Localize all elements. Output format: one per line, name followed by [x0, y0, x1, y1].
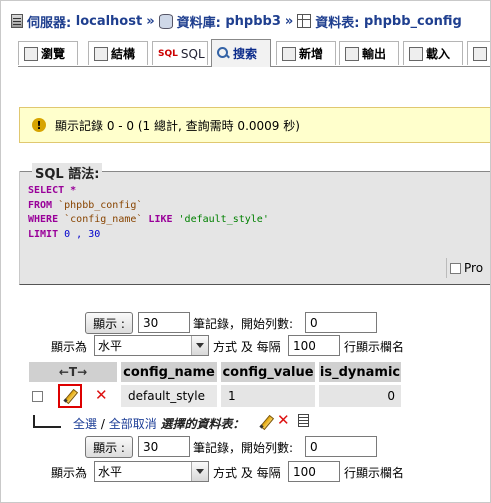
breadcrumb-separator: »: [146, 13, 155, 29]
show-button[interactable]: 顯示 :: [85, 436, 133, 458]
display-mode-value: 水平: [98, 465, 123, 479]
tab-label: 瀏覽: [41, 47, 66, 61]
display-as-label: 顯示為: [51, 466, 88, 480]
tab-export[interactable]: 輸出: [339, 41, 399, 65]
column-header-is-dynamic[interactable]: is_dynamic: [319, 362, 401, 382]
bulk-links: 全選 / 全部取消 選擇的資料表：: [73, 415, 245, 432]
start-row-input[interactable]: 0: [305, 436, 377, 457]
search-icon: [217, 47, 230, 60]
wrench-icon: [473, 46, 487, 61]
every-label: 方式 及 每隔: [213, 340, 281, 354]
sql-table-name: `phpbb_config`: [52, 199, 143, 211]
sql-column-name: `config_name`: [58, 214, 149, 226]
column-header-config-name[interactable]: config_name: [121, 362, 217, 382]
show-button[interactable]: 顯示 :: [85, 312, 133, 334]
breadcrumb: 伺服器: localhost » 資料庫: phpbb3 » 資料表: phpb…: [11, 11, 462, 31]
query-notice: ! 顯示記錄 0 - 0 (1 總計, 查詢需時 0.0009 秒): [19, 107, 490, 143]
breadcrumb-db-label: 資料庫:: [176, 15, 221, 31]
sql-keyword: LIKE: [148, 214, 173, 226]
repeat-headers-input[interactable]: 100: [288, 461, 340, 482]
chevron-down-icon: [191, 462, 208, 481]
tab-import[interactable]: 載入: [403, 41, 463, 65]
bulk-edit-pencil-icon[interactable]: [259, 415, 273, 429]
sql-keyword: LIMIT: [28, 228, 59, 240]
breadcrumb-server-link[interactable]: localhost: [76, 14, 142, 29]
repeat-suffix-label: 行顯示欄名: [344, 340, 405, 354]
tab-label: 結構: [111, 47, 136, 61]
sql-string: 'default_style': [172, 214, 269, 226]
insert-icon: [282, 46, 296, 61]
sql-star: *: [64, 185, 77, 196]
tab-bar: 瀏覽 結構 SQL SQL 搜索 新增 輸出 載入: [18, 39, 490, 67]
sql-legend: SQL 語法:: [19, 163, 103, 182]
display-mode-select[interactable]: 水平: [94, 335, 209, 356]
column-header-config-value[interactable]: config_value: [221, 362, 315, 382]
profiling-option: Pro: [446, 258, 490, 278]
sql-limit-values: 0 , 30: [58, 228, 101, 240]
row-checkbox[interactable]: [32, 391, 43, 402]
breadcrumb-table-label: 資料表:: [315, 15, 360, 31]
cell-config-value: 1: [221, 385, 315, 407]
cell-config-name: default_style: [121, 385, 217, 407]
tab-sql[interactable]: SQL SQL: [152, 41, 208, 65]
database-icon: [158, 13, 173, 29]
breadcrumb-table-link[interactable]: phpbb_config: [364, 14, 462, 29]
notice-text: 顯示記錄 0 - 0 (1 總計, 查詢需時 0.0009 秒): [55, 118, 300, 133]
repeat-headers-input[interactable]: 100: [288, 335, 340, 356]
sql-query-box: SQL 語法: SELECT * FROM `phpbb_config` WHE…: [19, 163, 490, 285]
bulk-export-icon[interactable]: [298, 414, 309, 427]
with-selected-label: 選擇的資料表：: [160, 417, 245, 431]
structure-icon: [94, 46, 108, 61]
tab-structure[interactable]: 結構: [88, 41, 148, 65]
sql-keyword: FROM: [28, 199, 53, 211]
records-label: 筆記錄，開始列數:: [193, 317, 294, 331]
display-mode-select[interactable]: 水平: [94, 461, 209, 482]
every-label: 方式 及 每隔: [213, 466, 281, 480]
column-arrows-header[interactable]: ←T→: [29, 362, 117, 382]
arrows-icon: ←T→: [58, 365, 88, 379]
check-all-link[interactable]: 全選: [73, 417, 97, 431]
notice-icon: !: [32, 118, 46, 132]
edit-pencil-icon[interactable]: [63, 389, 77, 403]
profiling-label: Pro: [464, 261, 484, 275]
tab-label: 新增: [299, 47, 324, 61]
breadcrumb-db-link[interactable]: phpbb3: [225, 14, 281, 29]
sql-keyword: SELECT: [28, 185, 65, 196]
bulk-delete-icon[interactable]: ✕: [277, 413, 290, 428]
tab-operations[interactable]: [467, 41, 490, 65]
tab-label: SQL: [180, 46, 205, 61]
display-mode-value: 水平: [98, 339, 123, 353]
repeat-suffix-label: 行顯示欄名: [344, 466, 405, 480]
table-icon: [297, 14, 312, 28]
rows-count-input[interactable]: 30: [138, 312, 190, 333]
tab-label: 載入: [426, 47, 451, 61]
server-icon: [11, 14, 23, 28]
breadcrumb-server-label: 伺服器:: [27, 15, 72, 31]
sql-icon: SQL: [158, 48, 178, 59]
delete-icon[interactable]: ✕: [95, 388, 108, 403]
tab-label: 輸出: [362, 47, 387, 61]
export-icon: [345, 46, 359, 61]
records-label: 筆記錄，開始列數:: [193, 441, 294, 455]
cell-is-dynamic: 0: [319, 385, 401, 407]
row-actions: ✕: [29, 384, 117, 408]
rows-count-input[interactable]: 30: [138, 436, 190, 457]
select-arrow-line: [33, 426, 61, 428]
import-icon: [409, 46, 423, 61]
chevron-down-icon: [191, 336, 208, 355]
browse-icon: [24, 46, 38, 61]
tab-insert[interactable]: 新增: [276, 41, 336, 65]
tab-browse[interactable]: 瀏覽: [18, 41, 78, 65]
phpmyadmin-window: 伺服器: localhost » 資料庫: phpbb3 » 資料表: phpb…: [0, 0, 491, 503]
profiling-checkbox[interactable]: [450, 262, 461, 274]
uncheck-all-link[interactable]: 全部取消: [109, 417, 157, 431]
tab-label: 搜索: [233, 47, 258, 61]
sql-keyword: WHERE: [28, 214, 59, 226]
display-as-label: 顯示為: [51, 340, 88, 354]
start-row-input[interactable]: 0: [305, 312, 377, 333]
sql-code: SELECT * FROM `phpbb_config` WHERE `conf…: [28, 184, 269, 242]
slash: /: [97, 417, 109, 431]
tab-search[interactable]: 搜索: [211, 39, 271, 67]
breadcrumb-separator: »: [284, 13, 294, 29]
